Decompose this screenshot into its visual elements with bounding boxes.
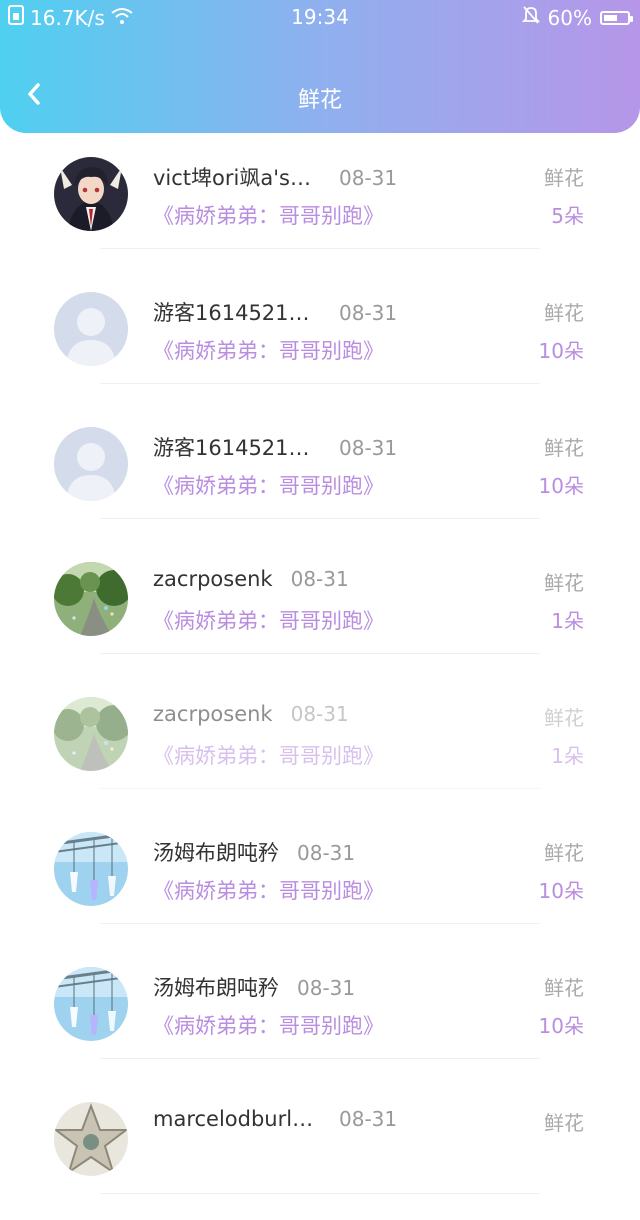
header: 16.7K/s 19:34 60% 鲜花	[0, 0, 640, 133]
gift-date: 08-31	[297, 841, 356, 865]
battery-level	[604, 14, 617, 21]
list-item[interactable]: 游客16145212... 08-31 《病娇弟弟：哥哥别跑》 鲜花 10朵	[0, 410, 640, 545]
list-item[interactable]: 游客16145212... 08-31 《病娇弟弟：哥哥别跑》 鲜花 10朵	[0, 275, 640, 410]
user-name[interactable]: 游客16145212...	[153, 432, 321, 462]
gift-count: 1朵	[551, 744, 584, 768]
gift-count: 10朵	[538, 879, 584, 903]
user-name[interactable]: 汤姆布朗吨矜	[153, 837, 279, 867]
divider	[100, 788, 540, 789]
user-name[interactable]: marcelodburlbon	[153, 1107, 321, 1131]
avatar[interactable]	[54, 832, 128, 906]
battery-percent: 60%	[547, 5, 592, 30]
list-item[interactable]: 汤姆布朗吨矜 08-31 《病娇弟弟：哥哥别跑》 鲜花 10朵	[0, 815, 640, 950]
list-item[interactable]: zacrposenk 08-31 《病娇弟弟：哥哥别跑》 鲜花 1朵	[0, 680, 640, 815]
avatar[interactable]	[54, 292, 128, 366]
name-line: zacrposenk 08-31	[153, 567, 349, 591]
gift-count: 10朵	[538, 1014, 584, 1038]
divider	[100, 653, 540, 654]
divider	[100, 923, 540, 924]
gift-type: 鲜花	[544, 1111, 584, 1135]
name-line: 汤姆布朗吨矜 08-31	[153, 837, 355, 867]
list-item[interactable]: 汤姆布朗吨矜 08-31 《病娇弟弟：哥哥别跑》 鲜花 10朵	[0, 950, 640, 1085]
gift-count: 10朵	[538, 474, 584, 498]
gift-date: 08-31	[297, 976, 356, 1000]
gift-type: 鲜花	[544, 166, 584, 190]
avatar[interactable]	[54, 157, 128, 231]
divider	[100, 518, 540, 519]
avatar[interactable]	[54, 427, 128, 501]
status-right: 60%	[521, 5, 633, 30]
avatar[interactable]	[54, 1102, 128, 1176]
gift-date: 08-31	[290, 567, 349, 591]
name-line: marcelodburlbon 08-31	[153, 1107, 397, 1131]
user-name[interactable]: zacrposenk	[153, 567, 273, 591]
gift-count: 1朵	[551, 609, 584, 633]
gift-type: 鲜花	[544, 301, 584, 325]
gift-date: 08-31	[339, 1107, 398, 1131]
list-item[interactable]: zacrposenk 08-31 《病娇弟弟：哥哥别跑》 鲜花 1朵	[0, 545, 640, 680]
divider	[100, 1058, 540, 1059]
gift-type: 鲜花	[544, 841, 584, 865]
user-name[interactable]: vict埤ori飒a'sse...	[153, 162, 321, 192]
name-line: zacrposenk 08-31	[153, 702, 349, 726]
avatar[interactable]	[54, 562, 128, 636]
book-title[interactable]: 《病娇弟弟：哥哥别跑》	[153, 1010, 384, 1040]
gift-type: 鲜花	[544, 706, 584, 730]
avatar[interactable]	[54, 967, 128, 1041]
user-name[interactable]: 游客16145212...	[153, 297, 321, 327]
gift-type: 鲜花	[544, 976, 584, 1000]
status-bar: 16.7K/s 19:34 60%	[0, 0, 640, 34]
divider	[100, 1193, 540, 1194]
book-title[interactable]: 《病娇弟弟：哥哥别跑》	[153, 470, 384, 500]
gift-type: 鲜花	[544, 571, 584, 595]
book-title[interactable]: 《病娇弟弟：哥哥别跑》	[153, 335, 384, 365]
name-line: 汤姆布朗吨矜 08-31	[153, 972, 355, 1002]
gift-type: 鲜花	[544, 436, 584, 460]
avatar[interactable]	[54, 697, 128, 771]
name-line: vict埤ori飒a'sse... 08-31	[153, 162, 397, 192]
name-line: 游客16145212... 08-31	[153, 432, 397, 462]
book-title[interactable]: 《病娇弟弟：哥哥别跑》	[153, 605, 384, 635]
list-item[interactable]: vict埤ori飒a'sse... 08-31 《病娇弟弟：哥哥别跑》 鲜花 5朵	[0, 140, 640, 275]
battery-icon	[600, 10, 633, 25]
book-title[interactable]: 《病娇弟弟：哥哥别跑》	[153, 875, 384, 905]
gift-date: 08-31	[339, 301, 398, 325]
gift-date: 08-31	[339, 436, 398, 460]
list-item[interactable]: marcelodburlbon 08-31 鲜花	[0, 1085, 640, 1220]
user-name[interactable]: zacrposenk	[153, 702, 273, 726]
gift-list: vict埤ori飒a'sse... 08-31 《病娇弟弟：哥哥别跑》 鲜花 5朵 游客1…	[0, 140, 640, 1220]
gift-count: 5朵	[551, 204, 584, 228]
name-line: 游客16145212... 08-31	[153, 297, 397, 327]
book-title[interactable]: 《病娇弟弟：哥哥别跑》	[153, 740, 384, 770]
gift-count: 10朵	[538, 339, 584, 363]
divider	[100, 248, 540, 249]
nav-bar: 鲜花	[0, 60, 640, 132]
divider	[100, 383, 540, 384]
gift-date: 08-31	[339, 166, 398, 190]
user-name[interactable]: 汤姆布朗吨矜	[153, 972, 279, 1002]
book-title[interactable]: 《病娇弟弟：哥哥别跑》	[153, 200, 384, 230]
mute-bell-icon	[521, 5, 540, 30]
gift-date: 08-31	[290, 702, 349, 726]
page-title: 鲜花	[297, 88, 342, 113]
